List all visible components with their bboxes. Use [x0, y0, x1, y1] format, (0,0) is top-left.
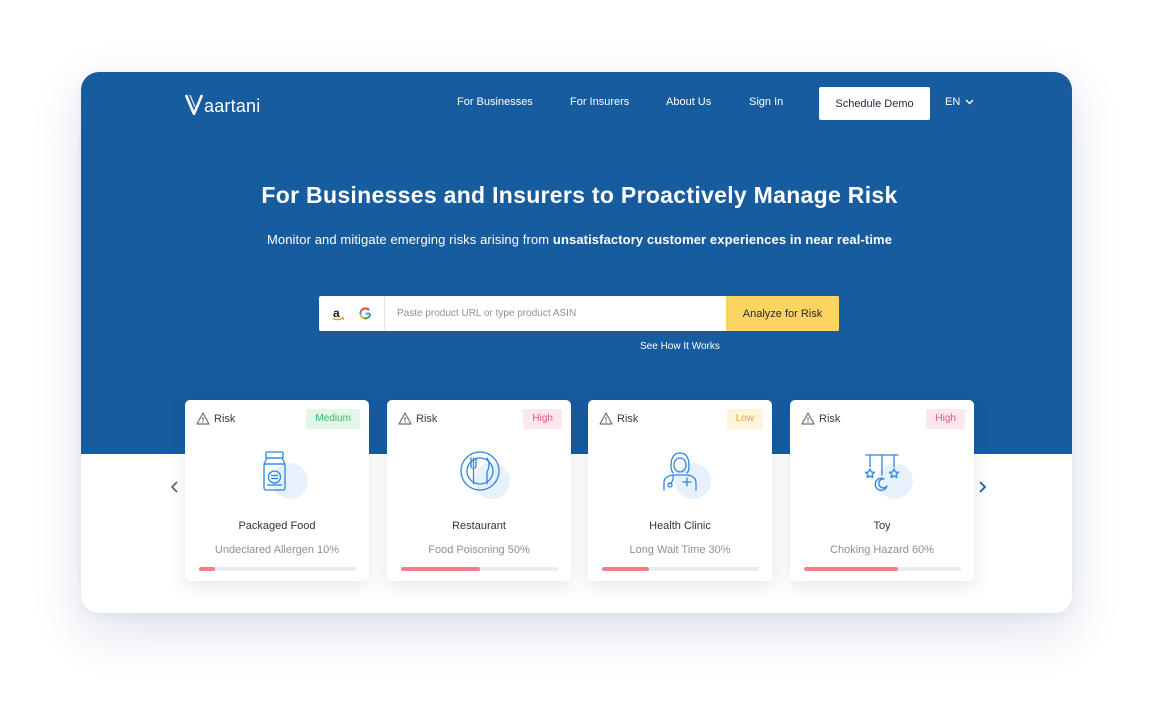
warning-icon [196, 412, 210, 425]
chevron-left-icon[interactable] [170, 480, 179, 494]
risk-level-badge: High [523, 409, 562, 429]
language-label: EN [945, 96, 961, 108]
schedule-demo-button[interactable]: Schedule Demo [819, 87, 930, 120]
warning-icon [801, 412, 815, 425]
product-search-bar: a Analyze for Risk [319, 296, 839, 331]
card-detail: Long Wait Time 30% [629, 544, 731, 556]
risk-progress-fill [804, 567, 899, 571]
risk-label: Risk [801, 412, 840, 425]
chevron-down-icon [965, 99, 974, 105]
hero-section: aartani For Businesses For Insurers Abou… [81, 72, 1072, 454]
risk-progress-bar [401, 567, 558, 571]
language-selector[interactable]: EN [945, 96, 974, 108]
see-how-it-works-link[interactable]: See How It Works [640, 341, 720, 352]
risk-card-toy[interactable]: Risk High Toy Choking Hazard 60% [790, 400, 974, 581]
subtitle-text: Monitor and mitigate emerging risks aris… [266, 232, 553, 247]
nav-for-insurers[interactable]: For Insurers [570, 96, 629, 108]
svg-text:a: a [333, 307, 340, 320]
nav-sign-in[interactable]: Sign In [749, 96, 783, 108]
brand-logo[interactable]: aartani [185, 91, 260, 115]
chevron-right-icon[interactable] [978, 480, 987, 494]
risk-card-packaged-food[interactable]: Risk Medium Packaged Food Undeclared All… [185, 400, 369, 581]
card-detail: Choking Hazard 60% [830, 544, 934, 556]
vaartani-logo-icon [185, 94, 204, 115]
risk-progress-bar [199, 567, 356, 571]
warning-icon [599, 412, 613, 425]
risk-progress-bar [602, 567, 759, 571]
subtitle-emphasis: unsatisfactory customer experiences in n… [552, 232, 893, 247]
card-title: Toy [873, 520, 891, 532]
restaurant-icon [459, 450, 513, 502]
search-source-icons: a [319, 296, 385, 331]
risk-card-restaurant[interactable]: Risk High Restaurant Food Poisoning 50% [387, 400, 571, 581]
risk-label-text: Risk [617, 412, 639, 425]
risk-progress-fill [401, 567, 480, 571]
page-title: For Businesses and Insurers to Proactive… [261, 182, 898, 208]
card-detail: Undeclared Allergen 10% [214, 544, 340, 556]
risk-progress-fill [199, 567, 215, 571]
risk-label: Risk [196, 412, 235, 425]
nav-for-businesses[interactable]: For Businesses [457, 96, 533, 108]
risk-progress-bar [804, 567, 961, 571]
card-detail: Food Poisoning 50% [428, 544, 530, 556]
risk-level-badge: Medium [306, 409, 360, 429]
brand-name: aartani [204, 96, 261, 116]
risk-label: Risk [599, 412, 638, 425]
toy-icon [862, 450, 916, 502]
warning-icon [398, 412, 412, 425]
card-title: Health Clinic [649, 520, 711, 532]
packaged-food-icon [257, 450, 311, 502]
risk-label-text: Risk [214, 412, 236, 425]
nav-about-us[interactable]: About Us [666, 96, 711, 108]
risk-progress-fill [602, 567, 650, 571]
health-clinic-icon [660, 450, 714, 502]
risk-level-badge: Low [726, 409, 763, 429]
amazon-icon[interactable]: a [331, 307, 345, 321]
risk-level-badge: High [926, 409, 965, 429]
page-subtitle: Monitor and mitigate emerging risks aris… [81, 232, 1072, 247]
card-title: Restaurant [452, 520, 506, 532]
google-icon[interactable] [359, 307, 372, 320]
risk-label-text: Risk [819, 412, 841, 425]
risk-card-health-clinic[interactable]: Risk Low Health Clinic Long Wait Time 30… [588, 400, 772, 581]
app-frame: aartani For Businesses For Insurers Abou… [81, 72, 1072, 613]
risk-label-text: Risk [416, 412, 438, 425]
risk-label: Risk [398, 412, 437, 425]
analyze-for-risk-button[interactable]: Analyze for Risk [726, 296, 839, 331]
card-title: Packaged Food [238, 520, 316, 532]
product-url-input[interactable] [385, 296, 726, 331]
